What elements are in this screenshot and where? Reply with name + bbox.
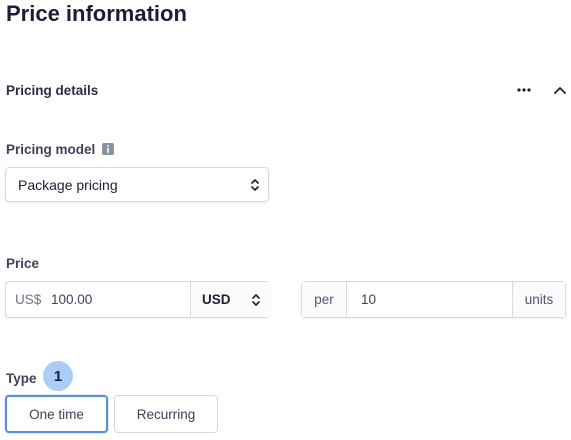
page-title: Price information bbox=[6, 1, 187, 26]
units-quantity-input[interactable]: 10 bbox=[361, 292, 376, 307]
updown-chevron-icon bbox=[251, 179, 259, 191]
type-label: Type bbox=[6, 371, 37, 386]
type-recurring-button[interactable]: Recurring bbox=[114, 395, 218, 433]
updown-chevron-icon bbox=[252, 294, 260, 306]
pricing-model-value: Package pricing bbox=[18, 177, 118, 193]
per-label: per bbox=[302, 282, 347, 317]
pricing-model-label: Pricing model bbox=[6, 142, 96, 157]
units-suffix: units bbox=[512, 282, 565, 317]
chevron-up-icon[interactable] bbox=[551, 81, 569, 99]
price-information-page: Price information Pricing details Pricin… bbox=[0, 0, 571, 440]
units-input-group: per 10 units bbox=[301, 281, 566, 318]
currency-select[interactable]: USD bbox=[190, 282, 270, 317]
type-one-time-button[interactable]: One time bbox=[5, 395, 108, 433]
currency-value: USD bbox=[202, 292, 231, 307]
ellipsis-icon[interactable] bbox=[515, 81, 533, 99]
price-label: Price bbox=[6, 256, 40, 271]
currency-prefix: US$ bbox=[15, 292, 42, 307]
step-badge: 1 bbox=[43, 361, 73, 391]
price-input-group: US$ 100.00 USD bbox=[5, 281, 270, 318]
section-title: Pricing details bbox=[6, 83, 99, 98]
price-amount-input[interactable]: 100.00 bbox=[51, 292, 92, 307]
info-icon[interactable] bbox=[102, 143, 114, 155]
pricing-model-select[interactable]: Package pricing bbox=[5, 167, 269, 202]
